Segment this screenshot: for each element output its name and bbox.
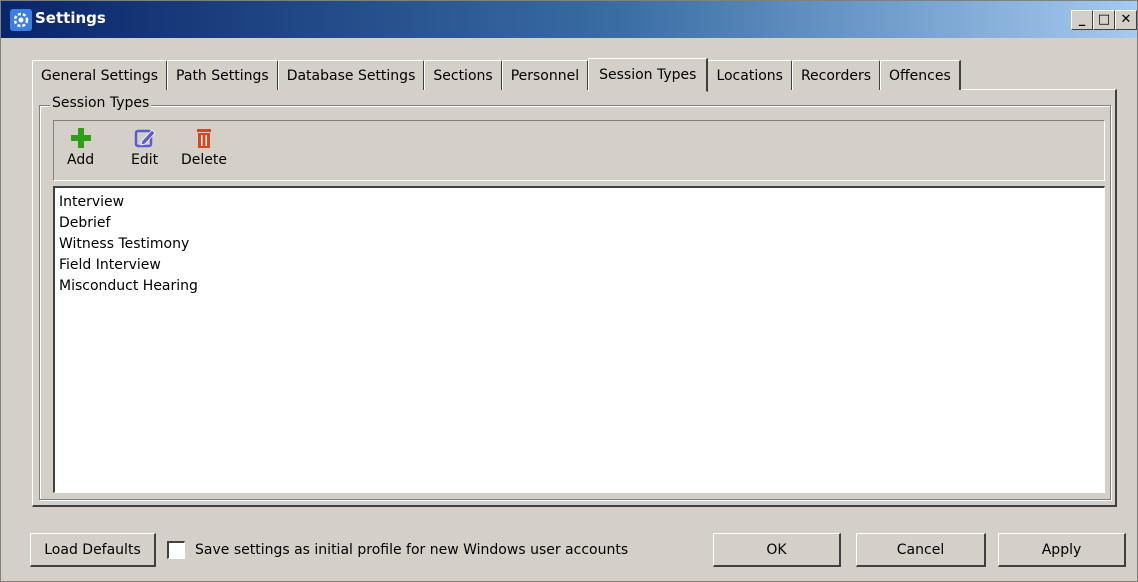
close-button[interactable]: ✕ (1115, 10, 1137, 30)
tab-path-settings[interactable]: Path Settings (167, 60, 279, 90)
tab-general-settings[interactable]: General Settings (32, 60, 169, 90)
delete-label: Delete (181, 152, 227, 168)
plus-icon (70, 128, 91, 148)
tab-strip: General Settings Path Settings Database … (32, 58, 961, 92)
list-item[interactable]: Debrief (59, 213, 1104, 234)
tab-recorders[interactable]: Recorders (791, 60, 881, 90)
trash-icon (197, 129, 211, 148)
tab-sections[interactable]: Sections (424, 60, 503, 90)
ok-button[interactable]: OK (713, 533, 841, 567)
apply-button[interactable]: Apply (998, 533, 1126, 567)
group-title: Session Types (50, 95, 152, 111)
edit-icon (134, 129, 156, 148)
settings-window: Settings _ □ ✕ General Settings Path Set… (0, 0, 1138, 582)
edit-label: Edit (131, 152, 159, 168)
tab-database-settings[interactable]: Database Settings (277, 60, 426, 90)
add-button[interactable]: Add (67, 127, 94, 168)
initial-profile-checkbox[interactable] (167, 541, 185, 559)
load-defaults-button[interactable]: Load Defaults (30, 533, 156, 567)
cancel-button[interactable]: Cancel (856, 533, 986, 567)
tab-personnel[interactable]: Personnel (501, 60, 590, 90)
list-item[interactable]: Interview (59, 192, 1104, 213)
tab-locations[interactable]: Locations (707, 60, 793, 90)
minimize-button[interactable]: _ (1071, 10, 1093, 30)
window-title: Settings (35, 9, 106, 27)
checkbox-label: Save settings as initial profile for new… (195, 542, 629, 558)
add-label: Add (67, 152, 95, 168)
list-item[interactable]: Witness Testimony (59, 234, 1104, 255)
gear-icon (10, 9, 32, 31)
session-types-list[interactable]: Interview Debrief Witness Testimony Fiel… (53, 186, 1105, 493)
list-item[interactable]: Field Interview (59, 255, 1104, 276)
title-bar[interactable]: Settings _ □ ✕ (1, 1, 1137, 38)
maximize-button[interactable]: □ (1093, 10, 1115, 30)
delete-button[interactable]: Delete (181, 127, 227, 168)
list-item[interactable]: Misconduct Hearing (59, 276, 1104, 297)
edit-button[interactable]: Edit (131, 127, 158, 168)
tab-session-types[interactable]: Session Types (588, 58, 709, 92)
initial-profile-option[interactable]: Save settings as initial profile for new… (167, 541, 628, 559)
tab-offences[interactable]: Offences (880, 60, 961, 90)
